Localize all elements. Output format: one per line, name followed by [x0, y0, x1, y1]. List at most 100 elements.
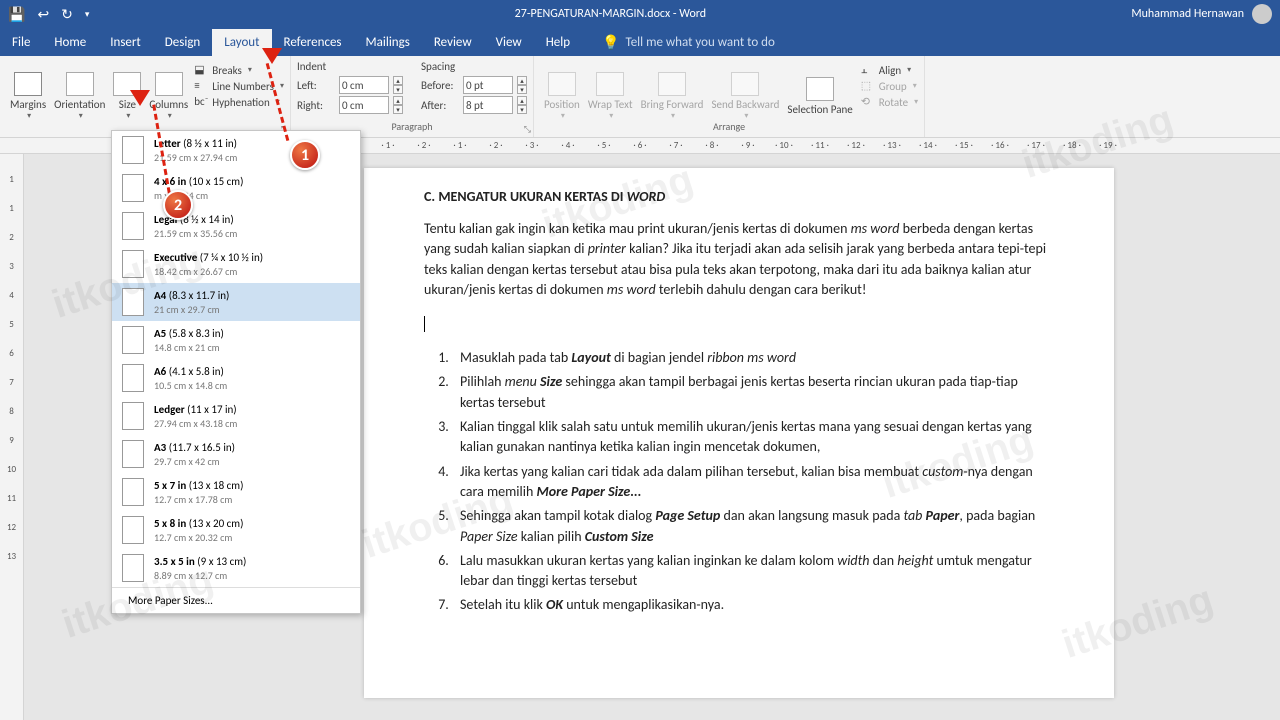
vertical-ruler[interactable]: 112345678910111213 — [0, 154, 24, 720]
paper-size-option[interactable]: Legal (8 ½ x 14 in)21.59 cm x 35.56 cm — [112, 207, 360, 245]
orientation-icon — [66, 72, 94, 96]
paper-thumb-icon — [122, 554, 144, 582]
spin-up-icon[interactable]: ▴ — [517, 76, 527, 85]
group-button: ⬚Group▾ — [861, 78, 918, 94]
paper-thumb-icon — [122, 288, 144, 316]
group-arrange: Position▾ Wrap Text▾ Bring Forward▾ Send… — [534, 56, 925, 137]
paper-size-option[interactable]: Ledger (11 x 17 in)27.94 cm x 43.18 cm — [112, 397, 360, 435]
send-backward-icon — [731, 72, 759, 96]
paper-thumb-icon — [122, 212, 144, 240]
indent-label: Indent — [297, 60, 403, 73]
quick-access-toolbar: 💾 ↩ ↻ ▾ — [0, 6, 89, 23]
rotate-icon: ⟲ — [861, 95, 875, 109]
selection-pane-icon — [806, 77, 834, 101]
spin-up-icon[interactable]: ▴ — [393, 96, 403, 105]
spin-up-icon[interactable]: ▴ — [517, 96, 527, 105]
tab-view[interactable]: View — [484, 29, 534, 56]
paper-size-option[interactable]: 5 x 7 in (13 x 18 cm)12.7 cm x 17.78 cm — [112, 473, 360, 511]
tell-me-search[interactable]: 💡 Tell me what you want to do — [592, 29, 785, 56]
more-paper-sizes-button[interactable]: More Paper Sizes... — [112, 587, 360, 613]
text-cursor — [424, 316, 1054, 334]
paper-thumb-icon — [122, 174, 144, 202]
tab-review[interactable]: Review — [422, 29, 484, 56]
paper-thumb-icon — [122, 440, 144, 468]
annotation-marker-2: 2 — [163, 190, 193, 220]
titlebar: 💾 ↩ ↻ ▾ 27-PENGATURAN-MARGIN.docx - Word… — [0, 0, 1280, 28]
paper-size-option[interactable]: A3 (11.7 x 16.5 in)29.7 cm x 42 cm — [112, 435, 360, 473]
spacing-before-input[interactable]: 0 pt — [463, 76, 513, 94]
columns-icon — [155, 72, 183, 96]
spin-down-icon[interactable]: ▾ — [393, 85, 403, 94]
indent-right-label: Right: — [297, 99, 335, 112]
tab-home[interactable]: Home — [42, 29, 98, 56]
paper-thumb-icon — [122, 136, 144, 164]
position-icon — [548, 72, 576, 96]
paragraph-dialog-launcher-icon[interactable]: ⤡ — [524, 124, 531, 135]
user-area[interactable]: Muhammad Hernawan — [1131, 4, 1280, 24]
paper-thumb-icon — [122, 478, 144, 506]
spacing-after-label: After: — [421, 99, 459, 112]
margins-button[interactable]: Margins▾ — [6, 58, 50, 135]
spin-down-icon[interactable]: ▾ — [393, 105, 403, 114]
list-item: Sehingga akan tampil kotak dialog Page S… — [452, 506, 1054, 547]
user-name: Muhammad Hernawan — [1131, 7, 1244, 21]
paper-size-option[interactable]: Letter (8 ½ x 11 in)21.59 cm x 27.94 cm — [112, 131, 360, 169]
spin-up-icon[interactable]: ▴ — [393, 76, 403, 85]
lightbulb-icon: 💡 — [602, 34, 619, 51]
hyphenation-icon: bc⁻ — [194, 95, 208, 109]
tab-references[interactable]: References — [272, 29, 354, 56]
spacing-after-input[interactable]: 8 pt — [463, 96, 513, 114]
tab-mailings[interactable]: Mailings — [354, 29, 422, 56]
doc-steps-list: Masuklah pada tab Layout di bagian jende… — [424, 348, 1054, 616]
paper-thumb-icon — [122, 326, 144, 354]
paper-size-option[interactable]: Executive (7 ¼ x 10 ½ in)18.42 cm x 26.6… — [112, 245, 360, 283]
paper-size-option[interactable]: A5 (5.8 x 8.3 in)14.8 cm x 21 cm — [112, 321, 360, 359]
bring-forward-icon — [658, 72, 686, 96]
annotation-marker-1: 1 — [290, 140, 320, 170]
paper-size-option[interactable]: 4 x 6 in (10 x 15 cm)m x 15.24 cm — [112, 169, 360, 207]
annotation-pointer-icon — [262, 48, 282, 64]
hyphenation-button[interactable]: bc⁻Hyphenation▾ — [194, 94, 284, 110]
paper-size-option[interactable]: A6 (4.1 x 5.8 in)10.5 cm x 14.8 cm — [112, 359, 360, 397]
paper-size-list[interactable]: Letter (8 ½ x 11 in)21.59 cm x 27.94 cm4… — [112, 131, 360, 587]
undo-icon[interactable]: ↩ — [37, 6, 49, 23]
redo-icon[interactable]: ↻ — [61, 6, 73, 23]
list-item: Pilihlah menu Size sehingga akan tampil … — [452, 372, 1054, 413]
orientation-button[interactable]: Orientation▾ — [50, 58, 109, 135]
paper-thumb-icon — [122, 402, 144, 430]
paper-size-option[interactable]: A4 (8.3 x 11.7 in)21 cm x 29.7 cm — [112, 283, 360, 321]
save-icon[interactable]: 💾 — [8, 6, 25, 23]
indent-right-input[interactable]: 0 cm — [339, 96, 389, 114]
indent-left-input[interactable]: 0 cm — [339, 76, 389, 94]
columns-button[interactable]: Columns▾ — [145, 58, 192, 135]
spacing-label: Spacing — [421, 60, 527, 73]
annotation-pointer-icon — [130, 90, 150, 106]
group-paragraph: Indent Left:0 cm▴▾ Right:0 cm▴▾ Spacing … — [291, 56, 534, 137]
paper-thumb-icon — [122, 250, 144, 278]
spin-down-icon[interactable]: ▾ — [517, 85, 527, 94]
paper-thumb-icon — [122, 364, 144, 392]
align-icon: ⫠ — [861, 63, 875, 77]
doc-paragraph: Tentu kalian gak ingin kan ketika mau pr… — [424, 219, 1054, 300]
tab-design[interactable]: Design — [153, 29, 212, 56]
tab-help[interactable]: Help — [534, 29, 582, 56]
list-item: Lalu masukkan ukuran kertas yang kalian … — [452, 551, 1054, 592]
spin-down-icon[interactable]: ▾ — [517, 105, 527, 114]
group-icon: ⬚ — [861, 79, 875, 93]
spacing-before-label: Before: — [421, 79, 459, 92]
ribbon: Margins▾ Orientation▾ Size▾ Columns▾ ⬓Br… — [0, 56, 1280, 138]
doc-heading: C. MENGATUR UKURAN KERTAS DI WORD — [424, 188, 1054, 205]
line-numbers-icon: ≡ — [194, 79, 208, 93]
paper-size-option[interactable]: 3.5 x 5 in (9 x 13 cm)8.89 cm x 12.7 cm — [112, 549, 360, 587]
document-page[interactable]: C. MENGATUR UKURAN KERTAS DI WORD Tentu … — [364, 168, 1114, 698]
tab-file[interactable]: File — [0, 29, 42, 56]
user-avatar-icon[interactable] — [1252, 4, 1272, 24]
ribbon-tabs: File Home Insert Design Layout Reference… — [0, 28, 1280, 56]
align-button[interactable]: ⫠Align▾ — [861, 62, 918, 78]
tab-insert[interactable]: Insert — [98, 29, 153, 56]
paper-thumb-icon — [122, 516, 144, 544]
list-item: Setelah itu klik OK untuk mengaplikasika… — [452, 595, 1054, 615]
indent-left-label: Left: — [297, 79, 335, 92]
rotate-button: ⟲Rotate▾ — [861, 94, 918, 110]
paper-size-option[interactable]: 5 x 8 in (13 x 20 cm)12.7 cm x 20.32 cm — [112, 511, 360, 549]
